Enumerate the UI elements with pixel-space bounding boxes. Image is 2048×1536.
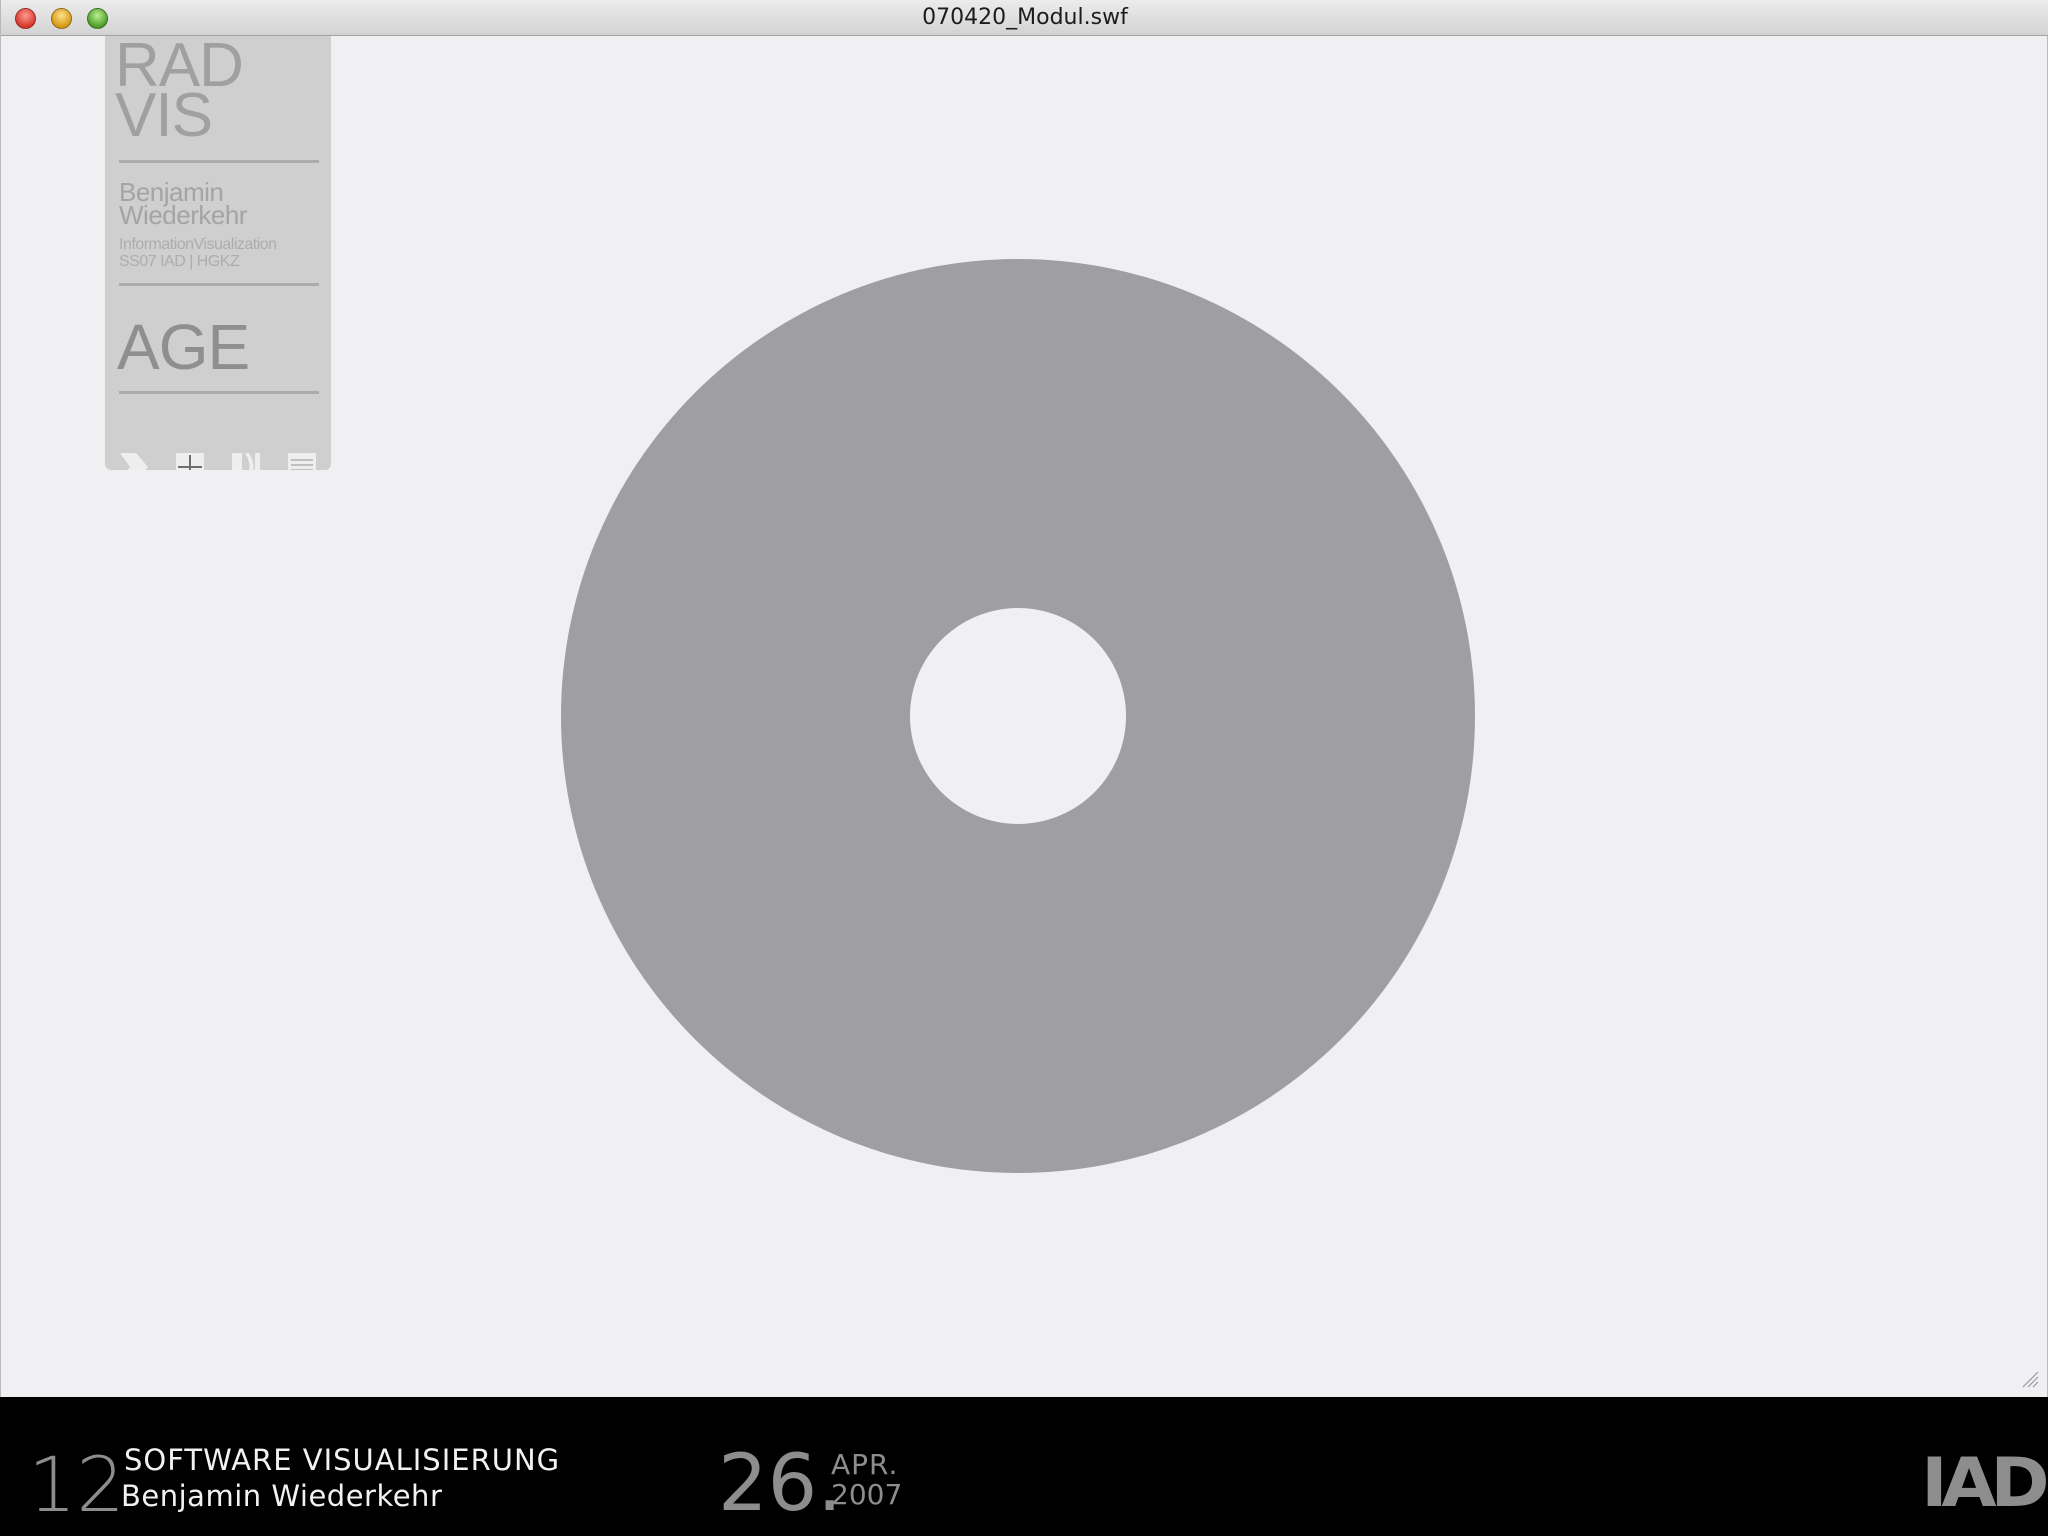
app-window: 070420_Modul.swf RAD VIS Benjamin Wieder… xyxy=(0,0,2048,1397)
mode-label: AGE xyxy=(117,311,250,383)
divider xyxy=(119,283,319,286)
speaker-name: Benjamin Wiederkehr xyxy=(121,1479,443,1513)
radial-ring[interactable] xyxy=(561,259,1475,1173)
date-month: APR. xyxy=(831,1448,899,1481)
presentation-footer: 12 SOFTWARE VISUALISIERUNG Benjamin Wied… xyxy=(0,1397,2048,1536)
control-panel: RAD VIS Benjamin Wiederkehr InformationV… xyxy=(105,36,331,470)
plus-icon[interactable] xyxy=(176,453,204,470)
divider xyxy=(119,391,319,394)
app-title-line-2: VIS xyxy=(115,81,213,150)
author-last-name: Wiederkehr xyxy=(119,200,247,230)
iad-logo: IAD xyxy=(1921,1444,2048,1523)
course-term: SS07 IAD | HGKZ xyxy=(119,253,240,270)
slide-number: 12 xyxy=(28,1440,125,1529)
list-icon[interactable] xyxy=(288,453,316,470)
segments-icon[interactable] xyxy=(232,453,260,470)
date-day: 26. xyxy=(718,1439,843,1529)
divider xyxy=(119,160,319,163)
date-year: 2007 xyxy=(831,1478,903,1511)
resize-grip-icon[interactable] xyxy=(2019,1368,2039,1388)
arrow-forward-icon[interactable] xyxy=(120,453,148,470)
course-title: SOFTWARE VISUALISIERUNG xyxy=(124,1443,561,1477)
course-name: InformationVisualization xyxy=(119,236,277,253)
